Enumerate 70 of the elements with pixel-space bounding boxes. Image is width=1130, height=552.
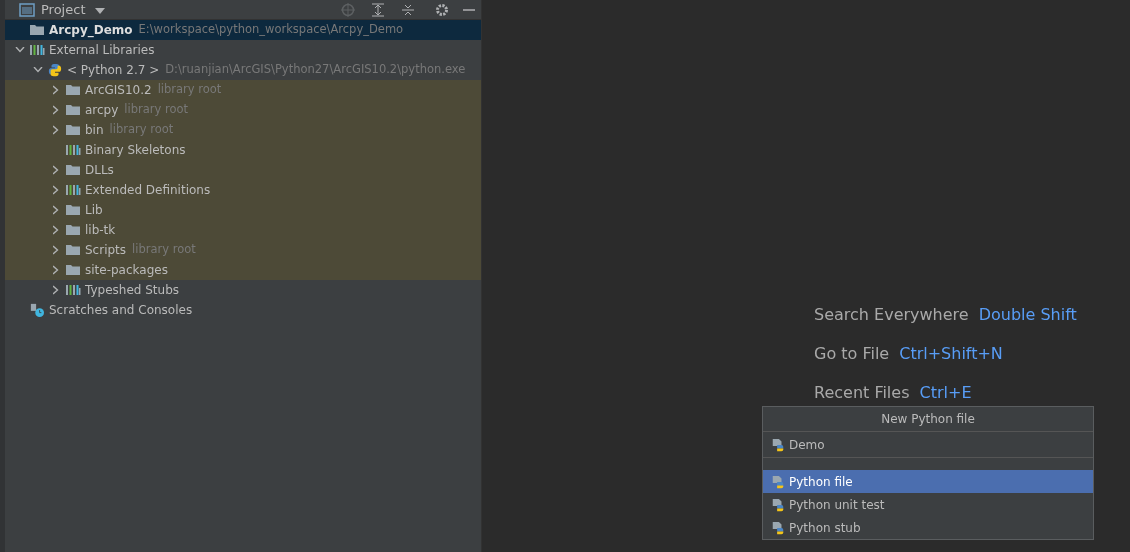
hint-shortcut: Ctrl+Shift+N bbox=[899, 343, 1003, 365]
item-hint: library root bbox=[124, 101, 189, 119]
hint-shortcut: Double Shift bbox=[978, 304, 1077, 326]
tree-item[interactable]: Scripts library root bbox=[5, 240, 481, 260]
library-icon bbox=[65, 143, 81, 157]
tree-item[interactable]: Scratches and Consoles bbox=[5, 300, 481, 320]
item-label: Typeshed Stubs bbox=[85, 282, 180, 299]
item-hint: library root bbox=[109, 121, 174, 139]
folder-icon bbox=[65, 223, 81, 237]
file-type-option[interactable]: Python stub bbox=[763, 516, 1093, 539]
library-icon bbox=[65, 283, 81, 297]
tree-item[interactable]: < Python 2.7 > D:\ruanjian\ArcGIS\Python27\ArcGIS10.2\python.exe bbox=[5, 60, 481, 80]
folder-icon bbox=[29, 23, 45, 37]
item-hint: D:\ruanjian\ArcGIS\Python27\ArcGIS10.2\python.exe bbox=[165, 61, 466, 79]
item-hint: library root bbox=[132, 241, 196, 259]
folder-icon bbox=[65, 243, 81, 257]
file-type-option[interactable]: Python unit test bbox=[763, 493, 1093, 516]
tree-item[interactable]: DLLs bbox=[5, 160, 481, 180]
python-file-icon bbox=[771, 520, 785, 535]
folder-icon bbox=[65, 83, 81, 97]
folder-icon bbox=[65, 263, 81, 277]
folder-icon bbox=[65, 203, 81, 217]
tree-item[interactable]: Typeshed Stubs bbox=[5, 280, 481, 300]
tree-item[interactable]: Lib bbox=[5, 200, 481, 220]
item-label: < Python 2.7 > bbox=[67, 62, 160, 79]
hint-action: Go to File bbox=[814, 343, 890, 365]
hint-action: Search Everywhere bbox=[814, 304, 969, 326]
item-label: DLLs bbox=[85, 162, 114, 179]
tree-item[interactable]: Extended Definitions bbox=[5, 180, 481, 200]
item-hint: library root bbox=[157, 81, 222, 99]
expand-all-icon[interactable] bbox=[371, 3, 385, 17]
window-icon bbox=[19, 3, 35, 17]
tree-item[interactable]: External Libraries bbox=[5, 40, 481, 60]
tree-item[interactable]: site-packages bbox=[5, 260, 481, 280]
scratches-icon bbox=[29, 303, 45, 317]
item-label: ArcGIS10.2 bbox=[85, 82, 152, 99]
settings-icon[interactable] bbox=[435, 3, 449, 17]
python-file-icon bbox=[771, 474, 785, 489]
caret-icon[interactable] bbox=[95, 8, 106, 14]
item-label: site-packages bbox=[85, 262, 168, 279]
item-label: Binary Skeletons bbox=[85, 142, 186, 159]
tree-item[interactable]: Binary Skeletons bbox=[5, 140, 481, 160]
library-icon bbox=[29, 43, 45, 57]
item-hint: E:\workspace\python_workspace\Arcpy_Demo bbox=[138, 21, 404, 39]
tree-item[interactable]: ArcGIS10.2 library root bbox=[5, 80, 481, 100]
panel-title[interactable]: Project bbox=[41, 0, 86, 20]
collapse-all-icon[interactable] bbox=[401, 3, 415, 17]
folder-icon bbox=[65, 103, 81, 117]
folder-icon bbox=[65, 163, 81, 177]
item-label: Extended Definitions bbox=[85, 182, 211, 199]
python-file-icon bbox=[771, 438, 785, 452]
folder-icon bbox=[65, 123, 81, 137]
library-icon bbox=[65, 183, 81, 197]
tree-item[interactable]: bin library root bbox=[5, 120, 481, 140]
tree-item[interactable]: lib-tk bbox=[5, 220, 481, 240]
item-label: arcpy bbox=[85, 102, 119, 119]
python-icon bbox=[47, 63, 63, 77]
tree-item[interactable]: Arcpy_Demo E:\workspace\python_workspace\Arcpy_Demo bbox=[5, 20, 481, 40]
python-file-icon bbox=[771, 497, 785, 512]
item-label: External Libraries bbox=[49, 42, 155, 59]
item-label: Lib bbox=[85, 202, 103, 219]
item-label: Scratches and Consoles bbox=[49, 302, 193, 319]
hint-shortcut: Ctrl+E bbox=[919, 382, 972, 404]
item-label: Arcpy_Demo bbox=[49, 22, 133, 39]
item-label: lib-tk bbox=[85, 222, 116, 239]
tree-item[interactable]: arcpy library root bbox=[5, 100, 481, 120]
file-type-option[interactable]: Python file bbox=[763, 470, 1093, 493]
item-label: bin bbox=[85, 122, 104, 139]
hint-action: Recent Files bbox=[814, 382, 910, 404]
item-label: Scripts bbox=[85, 242, 127, 259]
